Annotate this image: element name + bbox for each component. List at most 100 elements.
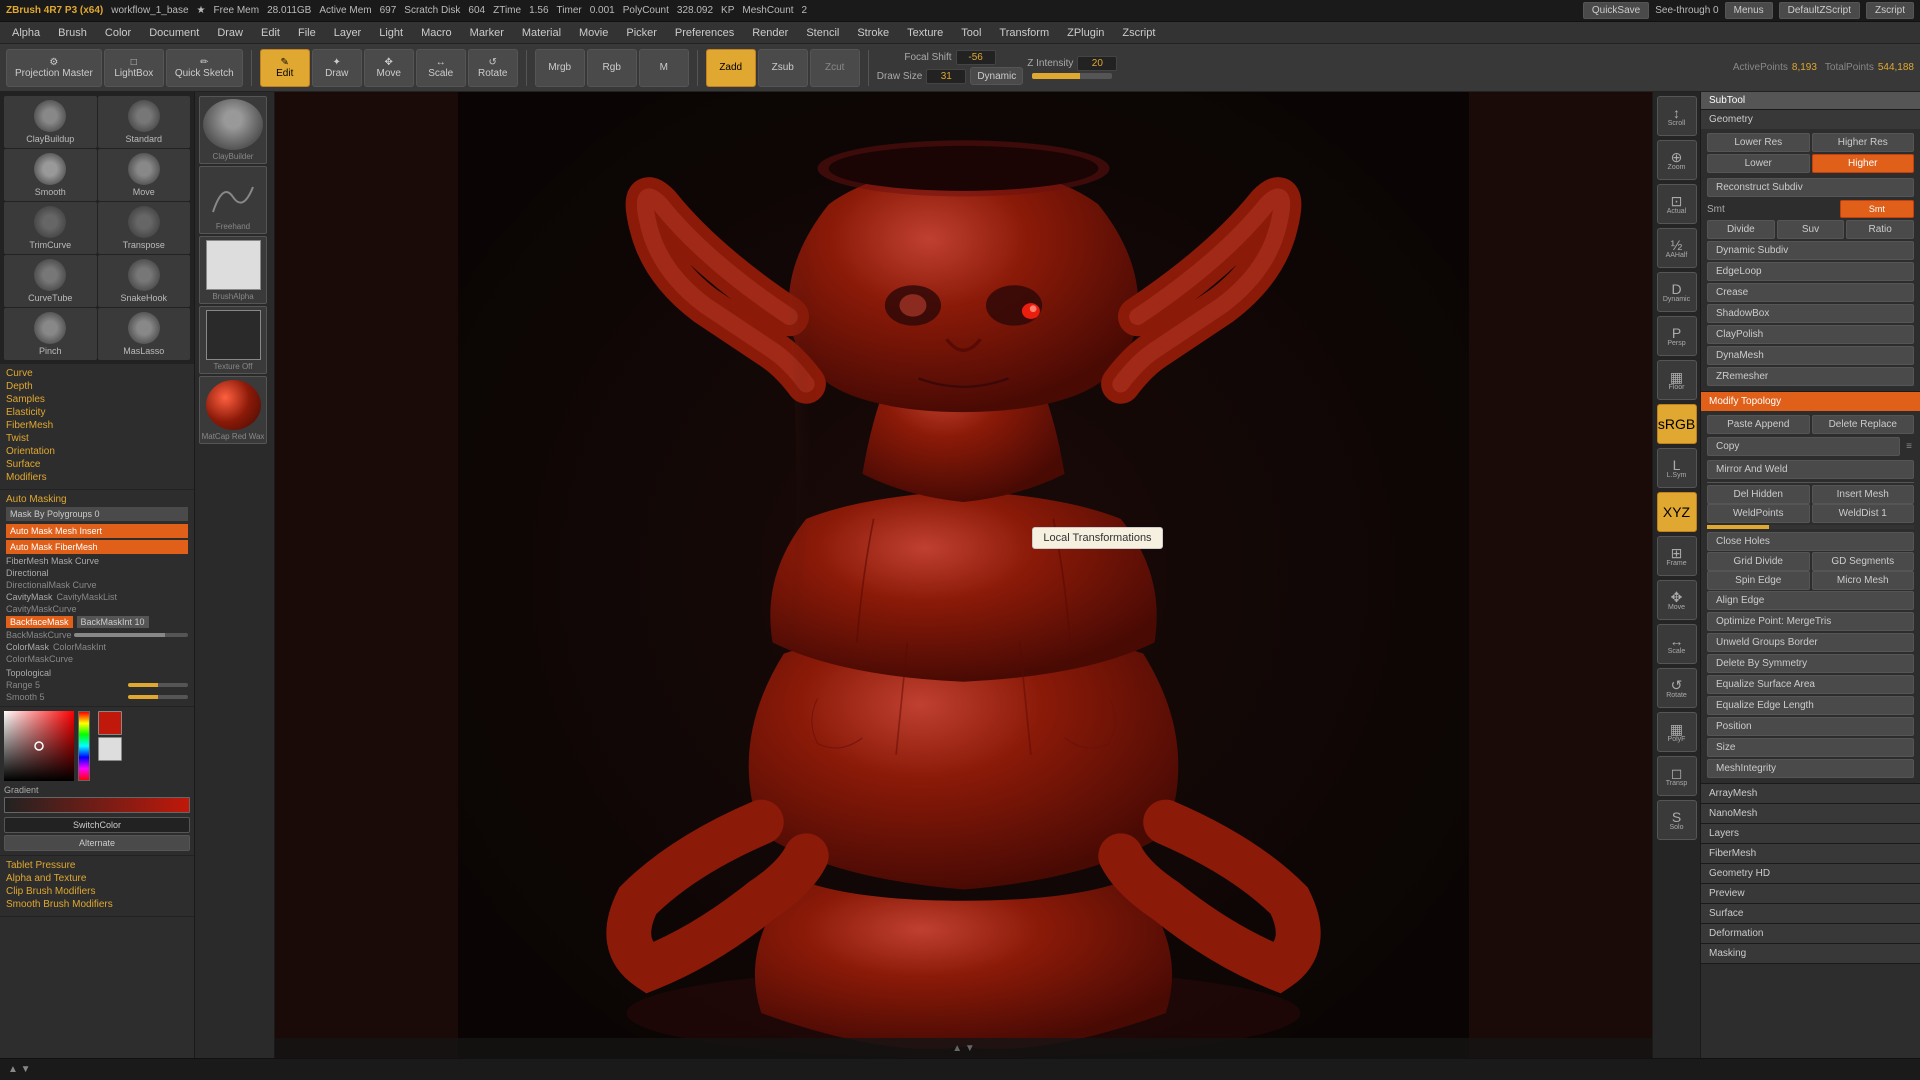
fibermesh-label[interactable]: FiberMesh	[6, 420, 188, 431]
gd-segments-button[interactable]: GD Segments	[1812, 552, 1915, 571]
brush-move[interactable]: Move	[98, 149, 191, 201]
brush-claybuildup[interactable]: ClayBuildup	[4, 96, 97, 148]
edgeloop-button[interactable]: EdgeLoop	[1707, 262, 1914, 281]
menu-brush[interactable]: Brush	[50, 25, 95, 41]
suv-button[interactable]: Suv	[1777, 220, 1845, 239]
menus-button[interactable]: Menus	[1725, 2, 1773, 19]
grid-divide-button[interactable]: Grid Divide	[1707, 552, 1810, 571]
z-intensity-slider[interactable]	[1032, 73, 1112, 79]
dynamic-button[interactable]: Dynamic	[970, 67, 1023, 85]
colormask-label[interactable]: ColorMask	[6, 642, 49, 652]
equalize-surface-button[interactable]: Equalize Surface Area	[1707, 675, 1914, 694]
gradient-strip[interactable]	[4, 797, 190, 813]
viewport[interactable]: Local Transformations ▲ ▼	[275, 92, 1652, 1058]
rotate-tool-button[interactable]: ↺ Rotate	[1657, 668, 1697, 708]
optimize-mergetris-button[interactable]: Optimize Point: MergeTris	[1707, 612, 1914, 631]
weld-slider[interactable]	[1707, 525, 1914, 529]
srgb-tool-button[interactable]: sRGB	[1657, 404, 1697, 444]
array-mesh-header[interactable]: ArrayMesh	[1701, 784, 1920, 803]
solo-tool-button[interactable]: S Solo	[1657, 800, 1697, 840]
brush-thumb-freehand[interactable]: Freehand	[199, 166, 267, 234]
brush-thumb-texture[interactable]: Texture Off	[199, 306, 267, 374]
transp-tool-button[interactable]: ◻ Transp	[1657, 756, 1697, 796]
backmask-slider[interactable]	[74, 633, 188, 637]
unweld-groups-button[interactable]: Unweld Groups Border	[1707, 633, 1914, 652]
menu-zscript[interactable]: Zscript	[1114, 25, 1163, 41]
actual-tool-button[interactable]: ⊡ Actual	[1657, 184, 1697, 224]
foreground-color-swatch[interactable]	[98, 711, 122, 735]
menu-color[interactable]: Color	[97, 25, 139, 41]
draw-button[interactable]: ✦ Draw	[312, 49, 362, 87]
brush-trimcurve[interactable]: TrimCurve	[4, 202, 97, 254]
surface-header[interactable]: Surface	[1701, 904, 1920, 923]
draw-size-value[interactable]: 31	[926, 69, 966, 84]
modifiers-label[interactable]: Modifiers	[6, 472, 188, 483]
polyf-tool-button[interactable]: ▦ PolyF	[1657, 712, 1697, 752]
divide-button[interactable]: Divide	[1707, 220, 1775, 239]
backface-mask[interactable]: BackfaceMask	[6, 616, 73, 628]
ratio-button[interactable]: Ratio	[1846, 220, 1914, 239]
projection-master-button[interactable]: ⚙ Projection Master	[6, 49, 102, 87]
samples-label[interactable]: Samples	[6, 394, 188, 405]
fibermesh-mask-curve[interactable]: FiberMesh Mask Curve	[6, 556, 188, 566]
brush-thumb-material[interactable]: MatCap Red Wax	[199, 376, 267, 444]
delete-symmetry-button[interactable]: Delete By Symmetry	[1707, 654, 1914, 673]
preview-header[interactable]: Preview	[1701, 884, 1920, 903]
xyz-tool-button[interactable]: XYZ	[1657, 492, 1697, 532]
alpha-texture-label[interactable]: Alpha and Texture	[6, 873, 188, 884]
menu-light[interactable]: Light	[371, 25, 411, 41]
topological-label[interactable]: Topological	[6, 668, 188, 678]
brush-maslasso[interactable]: MasLasso	[98, 308, 191, 360]
alternate-button[interactable]: Alternate	[4, 835, 190, 851]
mirror-weld-button[interactable]: Mirror And Weld	[1707, 460, 1914, 479]
reconstruct-subdiv-button[interactable]: Reconstruct Subdiv	[1707, 178, 1914, 197]
auto-mask-fibermesh[interactable]: Auto Mask FiberMesh	[6, 540, 188, 554]
del-hidden-button[interactable]: Del Hidden	[1707, 485, 1810, 504]
fibermesh-header[interactable]: FiberMesh	[1701, 844, 1920, 863]
claypolish-button[interactable]: ClayPolish	[1707, 325, 1914, 344]
curve-label[interactable]: Curve	[6, 368, 188, 379]
menu-edit[interactable]: Edit	[253, 25, 288, 41]
background-color-swatch[interactable]	[98, 737, 122, 761]
menu-stroke[interactable]: Stroke	[849, 25, 897, 41]
backmask-int[interactable]: BackMaskInt 10	[77, 616, 149, 628]
menu-preferences[interactable]: Preferences	[667, 25, 742, 41]
geometry-header[interactable]: Geometry	[1701, 110, 1920, 129]
insert-mesh-button[interactable]: Insert Mesh	[1812, 485, 1915, 504]
quick-save-button[interactable]: QuickSave	[1583, 2, 1649, 19]
equalize-edge-length-button[interactable]: Equalize Edge Length	[1707, 696, 1914, 715]
focal-shift-value[interactable]: -56	[956, 50, 996, 65]
shadowbox-button[interactable]: ShadowBox	[1707, 304, 1914, 323]
menu-material[interactable]: Material	[514, 25, 569, 41]
switchcolor-button[interactable]: SwitchColor	[4, 817, 190, 833]
scale-tool-button[interactable]: ↔ Scale	[1657, 624, 1697, 664]
menu-draw[interactable]: Draw	[209, 25, 251, 41]
menu-file[interactable]: File	[290, 25, 324, 41]
position-button[interactable]: Position	[1707, 717, 1914, 736]
nano-mesh-header[interactable]: NanoMesh	[1701, 804, 1920, 823]
default-zscript-button[interactable]: DefaultZScript	[1779, 2, 1860, 19]
brush-snakehook[interactable]: SnakeHook	[98, 255, 191, 307]
persp-tool-button[interactable]: P Persp	[1657, 316, 1697, 356]
modify-topology-header[interactable]: Modify Topology	[1701, 392, 1920, 411]
z-intensity-value[interactable]: 20	[1077, 56, 1117, 71]
menu-document[interactable]: Document	[141, 25, 207, 41]
menu-zplugin[interactable]: ZPlugin	[1059, 25, 1112, 41]
brush-thumb-alpha[interactable]: BrushAlpha	[199, 236, 267, 304]
micro-mesh-button[interactable]: Micro Mesh	[1812, 571, 1915, 590]
edit-button[interactable]: ✎ Edit	[260, 49, 310, 87]
frame-tool-button[interactable]: ⊞ Frame	[1657, 536, 1697, 576]
mesh-integrity-button[interactable]: MeshIntegrity	[1707, 759, 1914, 778]
dynamic-tool-button[interactable]: D Dynamic	[1657, 272, 1697, 312]
zoom-tool-button[interactable]: ⊕ Zoom	[1657, 140, 1697, 180]
zremesher-button[interactable]: ZRemesher	[1707, 367, 1914, 386]
menu-movie[interactable]: Movie	[571, 25, 616, 41]
cavitymask-label[interactable]: CavityMask	[6, 592, 53, 602]
scale-button[interactable]: ↔ Scale	[416, 49, 466, 87]
weld-dist-button[interactable]: WeldDist 1	[1812, 504, 1915, 523]
brush-standard[interactable]: Standard	[98, 96, 191, 148]
layers-header[interactable]: Layers	[1701, 824, 1920, 843]
move-button[interactable]: ✥ Move	[364, 49, 414, 87]
weld-points-button[interactable]: WeldPoints	[1707, 504, 1810, 523]
menu-render[interactable]: Render	[744, 25, 796, 41]
